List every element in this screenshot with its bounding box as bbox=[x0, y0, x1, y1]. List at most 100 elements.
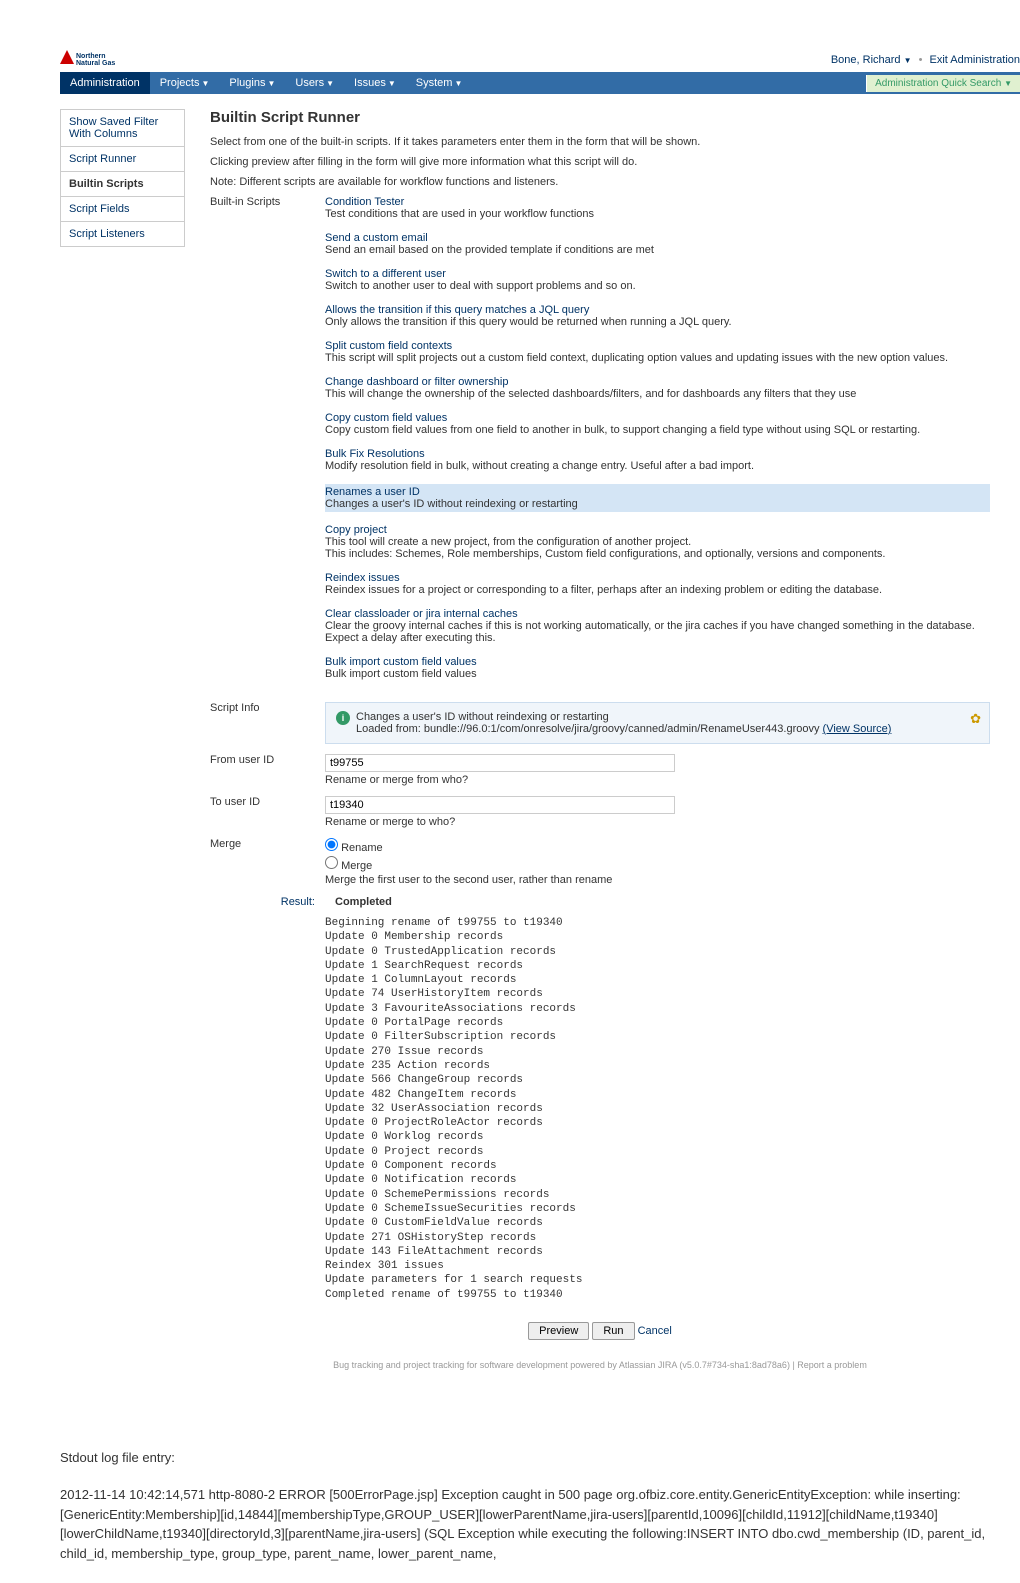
nav-item-users[interactable]: Users▼ bbox=[285, 72, 344, 94]
script-desc: Only allows the transition if this query… bbox=[325, 316, 990, 328]
script-title: Clear classloader or jira internal cache… bbox=[325, 608, 990, 620]
result-log: Beginning rename of t99755 to t19340 Upd… bbox=[325, 916, 990, 1302]
script-desc: This script will split projects out a cu… bbox=[325, 352, 990, 364]
nav-item-administration[interactable]: Administration bbox=[60, 72, 150, 94]
script-desc: This will change the ownership of the se… bbox=[325, 388, 990, 400]
nav-item-system[interactable]: System▼ bbox=[406, 72, 473, 94]
script-title: Bulk import custom field values bbox=[325, 656, 990, 668]
merge-label: Merge bbox=[210, 838, 325, 886]
from-user-label: From user ID bbox=[210, 754, 325, 786]
svg-text:Northern: Northern bbox=[76, 53, 106, 60]
company-logo: Northern Natural Gas bbox=[60, 50, 120, 68]
view-source-link[interactable]: (View Source) bbox=[823, 723, 892, 735]
svg-text:Natural Gas: Natural Gas bbox=[76, 60, 115, 67]
sidebar-item[interactable]: Builtin Scripts bbox=[60, 171, 185, 196]
user-name: Bone, Richard bbox=[831, 54, 901, 66]
script-item[interactable]: Renames a user IDChanges a user's ID wit… bbox=[325, 484, 990, 512]
script-desc: Changes a user's ID without reindexing o… bbox=[325, 498, 990, 510]
script-desc: Modify resolution field in bulk, without… bbox=[325, 460, 990, 472]
dropdown-icon: ▼ bbox=[454, 79, 462, 88]
script-desc: Bulk import custom field values bbox=[325, 668, 990, 680]
script-item[interactable]: Split custom field contextsThis script w… bbox=[325, 340, 990, 364]
script-item[interactable]: Clear classloader or jira internal cache… bbox=[325, 608, 990, 644]
sidebar: Show Saved Filter With ColumnsScript Run… bbox=[60, 109, 185, 1370]
page-title: Builtin Script Runner bbox=[210, 109, 990, 126]
exit-admin-link[interactable]: Exit Administration bbox=[930, 54, 1020, 66]
script-desc: Copy custom field values from one field … bbox=[325, 424, 990, 436]
script-title: Renames a user ID bbox=[325, 486, 990, 498]
info-loaded: Loaded from: bundle://96.0:1/com/onresol… bbox=[356, 723, 823, 735]
script-item[interactable]: Bulk Fix ResolutionsModify resolution fi… bbox=[325, 448, 990, 472]
script-item[interactable]: Copy custom field valuesCopy custom fiel… bbox=[325, 412, 990, 436]
sidebar-item[interactable]: Show Saved Filter With Columns bbox=[60, 109, 185, 146]
dropdown-icon: ▼ bbox=[388, 79, 396, 88]
dropdown-icon: ▼ bbox=[201, 79, 209, 88]
intro-text: Select from one of the built-in scripts.… bbox=[210, 136, 990, 148]
dropdown-icon: ▼ bbox=[326, 79, 334, 88]
footer: Bug tracking and project tracking for so… bbox=[210, 1360, 990, 1370]
result-label: Result: bbox=[210, 896, 325, 908]
script-item[interactable]: Reindex issuesReindex issues for a proje… bbox=[325, 572, 990, 596]
info-text: Changes a user's ID without reindexing o… bbox=[356, 711, 609, 723]
nav-item-plugins[interactable]: Plugins▼ bbox=[219, 72, 285, 94]
script-item[interactable]: Allows the transition if this query matc… bbox=[325, 304, 990, 328]
script-item[interactable]: Copy projectThis tool will create a new … bbox=[325, 524, 990, 560]
rename-radio[interactable] bbox=[325, 838, 338, 851]
nav-item-projects[interactable]: Projects▼ bbox=[150, 72, 220, 94]
rename-radio-label: Rename bbox=[341, 842, 383, 854]
sidebar-item[interactable]: Script Listeners bbox=[60, 221, 185, 247]
script-title: Change dashboard or filter ownership bbox=[325, 376, 990, 388]
script-title: Allows the transition if this query matc… bbox=[325, 304, 990, 316]
to-user-label: To user ID bbox=[210, 796, 325, 828]
to-hint: Rename or merge to who? bbox=[325, 816, 990, 828]
cancel-button[interactable]: Cancel bbox=[638, 1325, 672, 1337]
quick-search-label: Administration Quick Search bbox=[875, 78, 1001, 89]
intro-text: Note: Different scripts are available fo… bbox=[210, 176, 990, 188]
script-title: Copy project bbox=[325, 524, 990, 536]
script-title: Reindex issues bbox=[325, 572, 990, 584]
user-name-link[interactable]: Bone, Richard bbox=[831, 54, 901, 66]
from-user-input[interactable] bbox=[325, 754, 675, 772]
script-desc: Clear the groovy internal caches if this… bbox=[325, 620, 990, 644]
gear-icon[interactable]: ✿ bbox=[970, 711, 981, 727]
script-item[interactable]: Switch to a different userSwitch to anot… bbox=[325, 268, 990, 292]
stdout-heading: Stdout log file entry: bbox=[60, 1450, 1020, 1465]
intro-text: Clicking preview after filling in the fo… bbox=[210, 156, 990, 168]
quick-search[interactable]: Administration Quick Search ▼ bbox=[866, 75, 1020, 92]
run-button[interactable]: Run bbox=[592, 1322, 634, 1340]
script-desc: Test conditions that are used in your wo… bbox=[325, 208, 990, 220]
navbar: AdministrationProjects▼Plugins▼Users▼Iss… bbox=[60, 72, 1020, 94]
sidebar-item[interactable]: Script Runner bbox=[60, 146, 185, 171]
nav-item-issues[interactable]: Issues▼ bbox=[344, 72, 406, 94]
sidebar-item[interactable]: Script Fields bbox=[60, 196, 185, 221]
script-info-label: Script Info bbox=[210, 702, 325, 744]
merge-radio[interactable] bbox=[325, 856, 338, 869]
script-title: Switch to a different user bbox=[325, 268, 990, 280]
merge-radio-label: Merge bbox=[341, 860, 372, 872]
script-desc: This tool will create a new project, fro… bbox=[325, 536, 990, 560]
script-desc: Switch to another user to deal with supp… bbox=[325, 280, 990, 292]
script-item[interactable]: Condition TesterTest conditions that are… bbox=[325, 196, 990, 220]
script-desc: Send an email based on the provided temp… bbox=[325, 244, 990, 256]
exit-admin-label: Exit Administration bbox=[930, 54, 1020, 66]
dropdown-icon: ▼ bbox=[904, 56, 912, 65]
script-title: Copy custom field values bbox=[325, 412, 990, 424]
script-title: Split custom field contexts bbox=[325, 340, 990, 352]
preview-button[interactable]: Preview bbox=[528, 1322, 589, 1340]
info-icon: i bbox=[336, 711, 350, 725]
from-hint: Rename or merge from who? bbox=[325, 774, 990, 786]
script-info-box: i Changes a user's ID without reindexing… bbox=[325, 702, 990, 744]
script-title: Bulk Fix Resolutions bbox=[325, 448, 990, 460]
merge-hint: Merge the first user to the second user,… bbox=[325, 874, 990, 886]
result-value: Completed bbox=[335, 896, 392, 908]
dropdown-icon: ▼ bbox=[1004, 79, 1012, 88]
script-desc: Reindex issues for a project or correspo… bbox=[325, 584, 990, 596]
script-title: Condition Tester bbox=[325, 196, 990, 208]
to-user-input[interactable] bbox=[325, 796, 675, 814]
script-item[interactable]: Change dashboard or filter ownershipThis… bbox=[325, 376, 990, 400]
scripts-label: Built-in Scripts bbox=[210, 196, 325, 692]
script-item[interactable]: Send a custom emailSend an email based o… bbox=[325, 232, 990, 256]
script-item[interactable]: Bulk import custom field valuesBulk impo… bbox=[325, 656, 990, 680]
stdout-log: 2012-11-14 10:42:14,571 http-8080-2 ERRO… bbox=[60, 1485, 1020, 1563]
dropdown-icon: ▼ bbox=[267, 79, 275, 88]
